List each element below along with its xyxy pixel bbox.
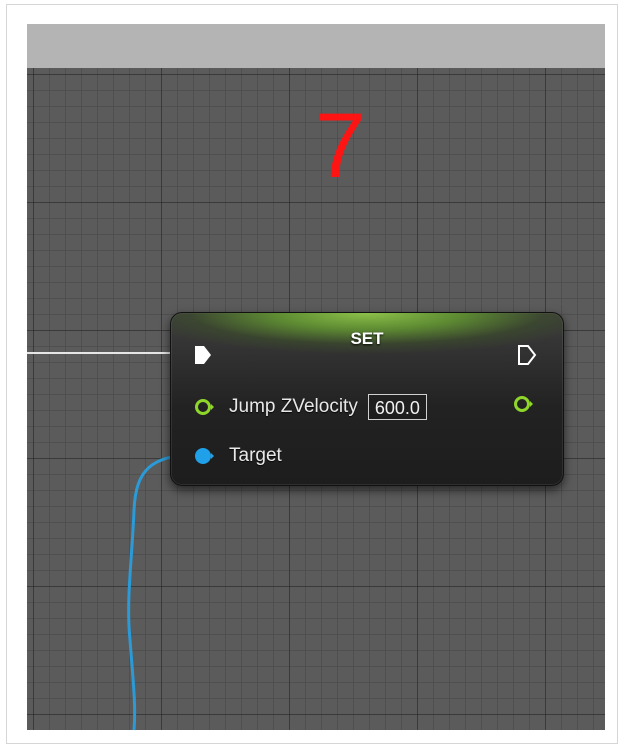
- jump-zvelocity-out-pin-icon[interactable]: [511, 393, 537, 415]
- node-title: SET: [350, 329, 384, 348]
- jump-zvelocity-label: Jump ZVelocity: [229, 396, 358, 417]
- jump-zvelocity-in-pin-icon[interactable]: [193, 396, 215, 418]
- jump-zvelocity-value-input[interactable]: 600.0: [367, 394, 427, 420]
- exec-out-pin-icon[interactable]: [517, 344, 537, 366]
- graph-top-bar: [27, 24, 605, 68]
- target-label: Target: [229, 445, 282, 466]
- target-in-pin-icon[interactable]: [193, 445, 215, 467]
- set-node[interactable]: SET Jump ZVelocity 600.0 Target: [170, 312, 564, 486]
- jump-zvelocity-row: Jump ZVelocity 600.0: [193, 393, 427, 421]
- exec-in-pin-icon[interactable]: [193, 344, 213, 366]
- step-number-annotation: 7: [314, 95, 366, 197]
- target-row: Target: [193, 442, 282, 470]
